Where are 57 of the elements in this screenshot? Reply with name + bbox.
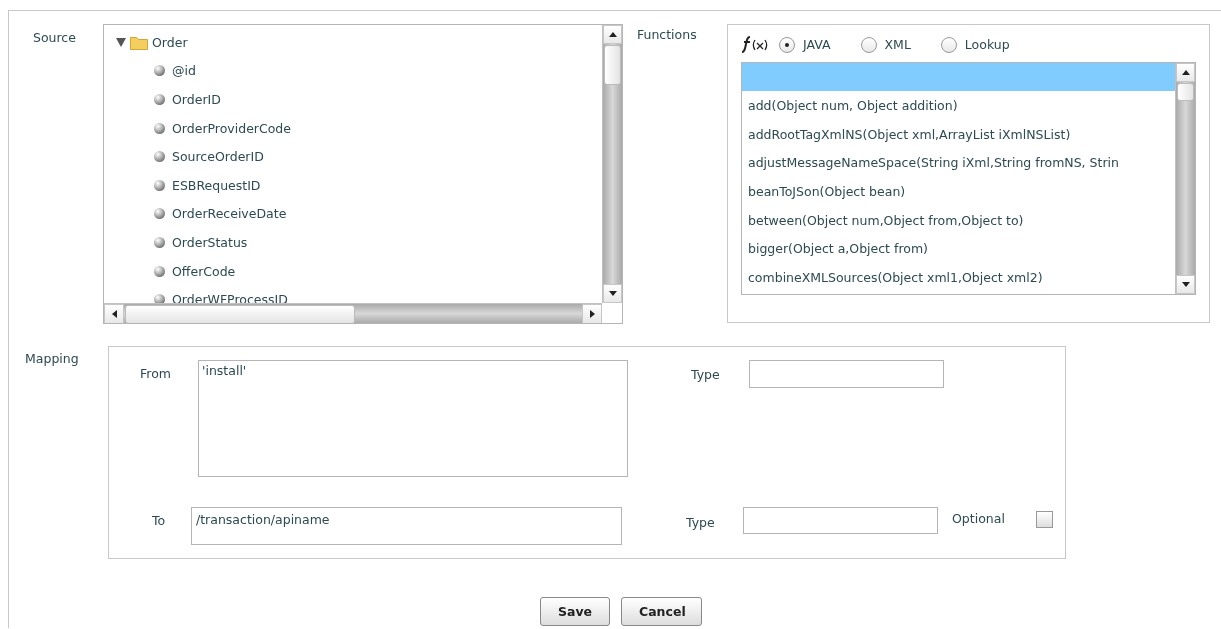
mapping-label: Mapping [24, 350, 80, 368]
tree-item[interactable]: OrderID [116, 85, 602, 114]
function-item[interactable]: beanToJSon(Object bean) [742, 177, 1175, 206]
node-icon [154, 94, 165, 105]
vertical-scrollbar[interactable] [1175, 63, 1195, 294]
tree-item[interactable]: OrderProviderCode [116, 113, 602, 143]
scroll-down-icon[interactable] [608, 291, 617, 296]
optional-label: Optional [952, 511, 1006, 526]
horizontal-scrollbar[interactable] [104, 303, 602, 323]
tree-item[interactable]: OfferCode [116, 256, 602, 286]
node-icon [154, 236, 165, 248]
type-field[interactable] [743, 507, 938, 534]
save-button[interactable]: Save [540, 597, 610, 626]
scroll-up-icon[interactable] [608, 32, 617, 37]
function-item[interactable]: bigger(Object a,Object from) [742, 234, 1175, 264]
source-label: Source [32, 29, 77, 47]
function-item[interactable]: adjustMessageNameSpace(String iXml,String fromNS, Strin [742, 148, 1175, 178]
tree-item[interactable]: SourceOrderID [116, 142, 602, 171]
expand-toggle-icon[interactable] [116, 37, 126, 48]
function-item[interactable]: combineXMLSources(Object xml1,Object xml2) [742, 263, 1175, 292]
scroll-left-icon[interactable] [111, 310, 117, 318]
to-label: To [152, 513, 167, 528]
mode-radio[interactable]: Lookup [940, 34, 1010, 53]
tree-item[interactable]: OrderReceiveDate [116, 199, 602, 229]
scroll-right-icon[interactable] [589, 310, 595, 318]
mode-radio[interactable]: XML [860, 34, 911, 53]
type-label: Type [691, 367, 721, 382]
node-icon [154, 122, 165, 134]
to-field[interactable]: /transaction/apiname [191, 507, 622, 545]
functions-label: Functions [637, 26, 698, 44]
node-icon [154, 65, 165, 77]
function-item[interactable]: add(Object num, Object addition) [742, 91, 1175, 120]
mode-radio[interactable]: JAVA [779, 34, 831, 53]
vertical-scrollbar[interactable] [602, 25, 622, 303]
type-label: Type [686, 515, 716, 530]
node-icon [154, 179, 165, 191]
function-item[interactable]: between(Object num,Object from,Object to) [742, 205, 1175, 235]
node-icon [154, 151, 165, 163]
scroll-thumb[interactable] [1177, 83, 1194, 101]
cancel-button[interactable]: Cancel [621, 597, 702, 626]
function-item[interactable]: addRootTagXmlNS(Object xml,ArrayList iXmlNSList) [742, 119, 1175, 149]
tree-item[interactable]: OrderStatus [116, 228, 602, 257]
folder-icon [130, 34, 148, 50]
type-field[interactable] [749, 360, 944, 388]
from-field[interactable]: 'install' [198, 360, 628, 477]
scroll-up-icon[interactable] [1181, 70, 1190, 75]
from-label: From [140, 366, 172, 381]
scroll-thumb[interactable] [125, 305, 355, 323]
tree-item[interactable]: @id [116, 56, 602, 86]
node-icon [154, 208, 165, 220]
tree-item[interactable]: Order [116, 28, 602, 57]
function-icon [741, 33, 769, 54]
tree-item[interactable]: ESBRequestID [116, 170, 602, 200]
optional-checkbox[interactable] [1036, 511, 1053, 528]
node-icon [154, 265, 165, 277]
scroll-down-icon[interactable] [1181, 282, 1190, 287]
scroll-thumb[interactable] [604, 45, 621, 85]
